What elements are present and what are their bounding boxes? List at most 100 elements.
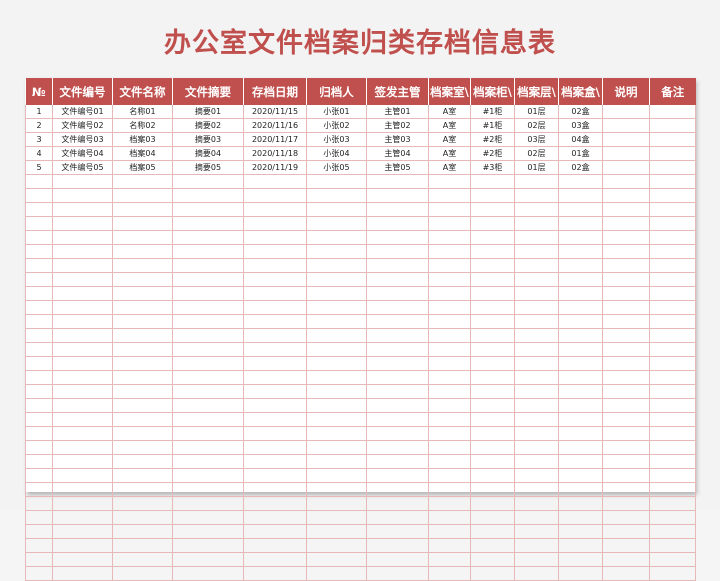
table-cell[interactable] bbox=[558, 286, 603, 301]
table-cell[interactable]: 小张02 bbox=[306, 118, 367, 133]
table-cell[interactable] bbox=[243, 552, 307, 567]
table-cell[interactable] bbox=[366, 216, 429, 231]
table-cell[interactable] bbox=[470, 174, 515, 189]
table-cell[interactable]: 摘要04 bbox=[172, 146, 244, 161]
table-cell[interactable] bbox=[243, 286, 307, 301]
table-cell[interactable] bbox=[602, 342, 650, 357]
table-cell[interactable] bbox=[172, 426, 244, 441]
table-cell[interactable] bbox=[306, 524, 367, 539]
header-cell-file-number[interactable]: 文件编号 bbox=[52, 78, 113, 105]
table-cell[interactable] bbox=[514, 230, 559, 245]
table-cell[interactable] bbox=[470, 566, 515, 581]
table-cell[interactable] bbox=[306, 314, 367, 329]
table-cell[interactable] bbox=[306, 482, 367, 497]
table-cell[interactable]: #2柜 bbox=[470, 146, 515, 161]
table-cell[interactable] bbox=[470, 468, 515, 483]
table-cell[interactable] bbox=[52, 440, 113, 455]
table-cell[interactable] bbox=[649, 118, 696, 133]
table-cell[interactable] bbox=[172, 552, 244, 567]
table-cell[interactable] bbox=[649, 174, 696, 189]
table-cell[interactable] bbox=[649, 524, 696, 539]
table-cell[interactable] bbox=[366, 188, 429, 203]
table-cell[interactable] bbox=[366, 440, 429, 455]
table-cell[interactable] bbox=[558, 342, 603, 357]
table-cell[interactable] bbox=[25, 384, 53, 399]
table-cell[interactable] bbox=[514, 482, 559, 497]
table-cell[interactable] bbox=[172, 230, 244, 245]
table-cell[interactable] bbox=[112, 524, 173, 539]
table-cell[interactable] bbox=[428, 272, 471, 287]
table-cell[interactable] bbox=[243, 356, 307, 371]
table-cell[interactable] bbox=[112, 272, 173, 287]
table-cell[interactable] bbox=[172, 510, 244, 525]
table-cell[interactable] bbox=[25, 356, 53, 371]
table-cell[interactable] bbox=[243, 412, 307, 427]
table-cell[interactable] bbox=[112, 174, 173, 189]
table-cell[interactable] bbox=[602, 160, 650, 175]
table-cell[interactable] bbox=[602, 146, 650, 161]
header-cell-supervisor[interactable]: 签发主管 bbox=[366, 78, 429, 105]
table-cell[interactable] bbox=[514, 202, 559, 217]
table-cell[interactable] bbox=[602, 272, 650, 287]
table-cell[interactable] bbox=[52, 370, 113, 385]
table-cell[interactable] bbox=[366, 398, 429, 413]
table-cell[interactable] bbox=[514, 244, 559, 259]
table-cell[interactable] bbox=[366, 510, 429, 525]
table-cell[interactable] bbox=[25, 370, 53, 385]
table-cell[interactable] bbox=[470, 384, 515, 399]
table-cell[interactable] bbox=[243, 300, 307, 315]
table-cell[interactable] bbox=[366, 258, 429, 273]
table-cell[interactable] bbox=[366, 566, 429, 581]
table-cell[interactable] bbox=[428, 370, 471, 385]
table-cell[interactable] bbox=[172, 412, 244, 427]
table-cell[interactable]: 02盒 bbox=[558, 105, 603, 119]
table-cell[interactable] bbox=[602, 524, 650, 539]
table-cell[interactable] bbox=[558, 524, 603, 539]
table-cell[interactable] bbox=[428, 552, 471, 567]
table-cell[interactable] bbox=[470, 328, 515, 343]
table-cell[interactable] bbox=[470, 342, 515, 357]
table-cell[interactable] bbox=[52, 482, 113, 497]
table-cell[interactable] bbox=[52, 356, 113, 371]
table-cell[interactable] bbox=[514, 300, 559, 315]
table-cell[interactable] bbox=[366, 356, 429, 371]
table-cell[interactable] bbox=[306, 538, 367, 553]
table-cell[interactable] bbox=[649, 132, 696, 147]
table-cell[interactable] bbox=[172, 328, 244, 343]
table-cell[interactable] bbox=[428, 566, 471, 581]
table-cell[interactable] bbox=[558, 370, 603, 385]
table-cell[interactable] bbox=[602, 454, 650, 469]
table-cell[interactable] bbox=[366, 524, 429, 539]
table-cell[interactable] bbox=[649, 202, 696, 217]
table-cell[interactable] bbox=[112, 398, 173, 413]
table-cell[interactable] bbox=[366, 286, 429, 301]
table-cell[interactable] bbox=[52, 174, 113, 189]
table-cell[interactable] bbox=[25, 538, 53, 553]
header-cell-no[interactable]: № bbox=[25, 78, 53, 105]
table-cell[interactable] bbox=[172, 482, 244, 497]
table-cell[interactable] bbox=[52, 552, 113, 567]
table-cell[interactable] bbox=[366, 174, 429, 189]
table-cell[interactable] bbox=[243, 272, 307, 287]
table-cell[interactable] bbox=[306, 384, 367, 399]
table-cell[interactable] bbox=[602, 314, 650, 329]
table-cell[interactable] bbox=[649, 188, 696, 203]
table-cell[interactable] bbox=[558, 356, 603, 371]
table-cell[interactable] bbox=[428, 510, 471, 525]
header-cell-archive-box[interactable]: 档案盒\ bbox=[558, 78, 603, 105]
table-cell[interactable] bbox=[306, 328, 367, 343]
table-cell[interactable] bbox=[602, 496, 650, 511]
table-cell[interactable]: 1 bbox=[25, 105, 53, 119]
table-cell[interactable] bbox=[112, 412, 173, 427]
table-cell[interactable] bbox=[306, 202, 367, 217]
table-cell[interactable] bbox=[25, 272, 53, 287]
table-cell[interactable] bbox=[558, 566, 603, 581]
table-cell[interactable] bbox=[428, 356, 471, 371]
table-cell[interactable] bbox=[243, 174, 307, 189]
table-cell[interactable] bbox=[649, 286, 696, 301]
table-cell[interactable] bbox=[306, 244, 367, 259]
table-cell[interactable] bbox=[470, 398, 515, 413]
table-cell[interactable] bbox=[428, 482, 471, 497]
table-cell[interactable] bbox=[112, 440, 173, 455]
table-cell[interactable] bbox=[514, 328, 559, 343]
